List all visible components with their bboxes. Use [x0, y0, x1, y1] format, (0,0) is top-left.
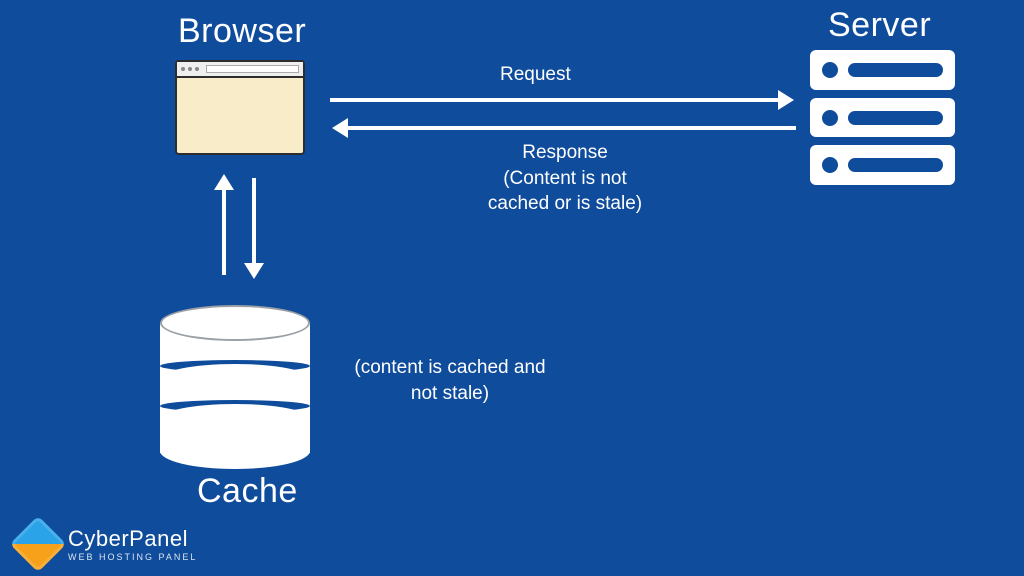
arrow-cache-down — [252, 178, 256, 263]
brand-logo-icon — [10, 516, 67, 573]
response-note-line1: (Content is not — [503, 168, 627, 189]
brand-name: CyberPanel — [68, 526, 197, 552]
browser-title: Browser — [178, 12, 306, 51]
cache-note: (content is cached and not stale) — [335, 355, 565, 406]
response-note-line2: cached or is stale) — [488, 193, 642, 214]
server-icon — [810, 50, 955, 185]
cache-note-line2: not stale) — [411, 383, 489, 404]
brand-footer: CyberPanel WEB HOSTING PANEL — [18, 524, 197, 564]
response-word: Response — [522, 142, 608, 163]
diagram-canvas: Browser Server Cache Request Response (C… — [0, 0, 1024, 576]
request-label: Request — [500, 62, 571, 88]
browser-icon — [175, 60, 305, 155]
response-label: Response (Content is not cached or is st… — [445, 140, 685, 217]
cache-title: Cache — [197, 472, 298, 511]
cache-note-line1: (content is cached and — [354, 357, 545, 378]
server-title: Server — [828, 6, 931, 45]
brand-tagline: WEB HOSTING PANEL — [68, 552, 197, 562]
arrow-request — [330, 98, 778, 102]
arrow-response — [348, 126, 796, 130]
cache-icon — [160, 305, 310, 465]
arrow-cache-up — [222, 190, 226, 275]
